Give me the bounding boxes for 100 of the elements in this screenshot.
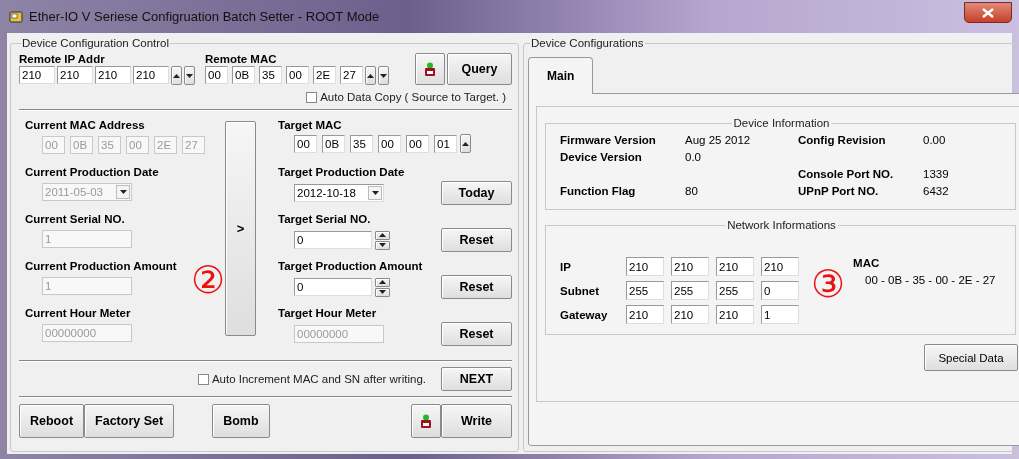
info-value: 6432 [923, 184, 950, 199]
info-value: 80 [685, 184, 699, 199]
info-label: UPnP Port NO. [798, 184, 880, 199]
input-field[interactable]: 210 [133, 66, 169, 84]
input-field[interactable]: 210 [57, 66, 93, 84]
info-label: Function Flag [560, 184, 637, 199]
field-label: Current Hour Meter [25, 307, 131, 319]
group-title: Device Configuration Control [21, 37, 171, 49]
field-label: Remote MAC [205, 53, 278, 65]
input-field[interactable]: 00 [406, 134, 429, 153]
input-field[interactable]: 00 [294, 134, 317, 153]
device-icon-button[interactable] [411, 404, 441, 438]
group-title: Device Information [732, 117, 831, 129]
info-value: Aug 25 2012 [685, 133, 752, 148]
input-field[interactable]: 1 [761, 305, 799, 324]
action-button[interactable]: Today [441, 181, 512, 205]
next-button[interactable]: NEXT [441, 367, 512, 391]
field-label: IP [560, 260, 572, 273]
input-field[interactable]: 210 [626, 305, 664, 324]
checkbox[interactable] [197, 373, 209, 385]
field-label: Target Hour Meter [278, 307, 377, 319]
input-field[interactable]: 210 [671, 305, 709, 324]
checkbox-label: Auto Increment MAC and SN after writing. [211, 373, 426, 385]
info-label: Device Version [560, 150, 643, 165]
up-arrow-icon [367, 73, 374, 78]
input-field[interactable]: 01 [434, 134, 457, 153]
input-field[interactable]: 2E [313, 66, 336, 84]
input-field[interactable]: 0 [761, 281, 799, 300]
field-label: Target MAC [278, 119, 342, 131]
annotation-number: ③ [811, 265, 846, 303]
input-field[interactable]: 35 [350, 134, 373, 153]
input-field[interactable]: 255 [671, 281, 709, 300]
input-field[interactable]: 210 [19, 66, 55, 84]
input-field[interactable]: 210 [716, 257, 754, 276]
input-field[interactable]: 255 [626, 281, 664, 300]
special-data-button[interactable]: Special Data [924, 344, 1018, 371]
spin-up-button[interactable] [375, 277, 390, 287]
input-field[interactable]: 210 [626, 257, 664, 276]
field-label: Target Production Date [278, 166, 405, 178]
info-value: 0.00 [923, 133, 947, 148]
spin-up-button[interactable] [365, 66, 376, 85]
up-arrow-icon [173, 73, 180, 78]
field-label: Current Production Amount [25, 260, 177, 272]
field-label: Target Serial NO. [278, 213, 371, 225]
field-label: Current Production Date [25, 166, 159, 178]
action-button[interactable]: Reset [441, 275, 512, 299]
spin-down-button[interactable] [184, 66, 195, 85]
spin-down-button[interactable] [378, 66, 389, 85]
app-icon [9, 9, 23, 24]
copy-button[interactable]: > [225, 121, 256, 336]
group-title: Device Configurations [530, 37, 645, 49]
input-field[interactable]: 00 [205, 66, 228, 84]
spin-down-button[interactable] [375, 240, 390, 250]
spin-up-button[interactable] [375, 230, 390, 240]
input-field[interactable]: 210 [716, 305, 754, 324]
action-button[interactable]: Bomb [212, 404, 270, 438]
device-icon [424, 61, 436, 77]
input-field[interactable]: 255 [716, 281, 754, 300]
write-button[interactable]: Write [441, 404, 512, 438]
down-arrow-icon [379, 243, 386, 247]
info-value: 1339 [923, 167, 950, 182]
spin-up-button[interactable] [171, 66, 182, 85]
checkbox-label: Auto Data Copy ( Source to Target. ) [320, 91, 506, 103]
input-field[interactable]: 210 [761, 257, 799, 276]
input-field[interactable]: 210 [95, 66, 131, 84]
info-label: Config Revision [798, 133, 887, 148]
mac-label: MAC [853, 257, 881, 269]
spin-down-button[interactable] [375, 287, 390, 297]
input-field[interactable]: 0B [232, 66, 255, 84]
device-icon [420, 413, 432, 429]
input-field[interactable]: 0 [294, 231, 372, 249]
down-arrow-icon [119, 190, 127, 194]
input-field[interactable]: 0B [322, 134, 345, 153]
checkbox[interactable] [306, 91, 318, 103]
input-field[interactable]: 35 [259, 66, 282, 84]
query-button[interactable]: Query [447, 53, 512, 85]
input-field[interactable]: 00 [378, 134, 401, 153]
field-label: Current MAC Address [25, 119, 145, 131]
action-button[interactable]: Factory Set [84, 404, 175, 438]
spin-button[interactable] [460, 134, 471, 153]
field-label: Current Serial NO. [25, 213, 125, 225]
info-label: Firmware Version [560, 133, 657, 148]
close-button[interactable] [964, 2, 1012, 23]
device-icon-button[interactable] [415, 53, 445, 85]
down-arrow-icon [371, 191, 379, 195]
input-field[interactable]: 210 [671, 257, 709, 276]
group-title: Network Informations [726, 219, 837, 231]
action-button[interactable]: Reboot [19, 404, 85, 438]
input-field[interactable]: 0 [294, 278, 372, 296]
up-arrow-icon [379, 280, 386, 284]
tab[interactable]: Main [528, 57, 594, 94]
info-value: 0.0 [685, 150, 702, 165]
input-field[interactable]: 27 [340, 66, 363, 84]
action-button[interactable]: Reset [441, 228, 512, 252]
input-field[interactable]: 00 [286, 66, 309, 84]
up-arrow-icon [462, 141, 469, 146]
field-label: Subnet [560, 284, 600, 297]
annotation-number: ② [191, 261, 226, 299]
down-arrow-icon [379, 290, 386, 294]
date-dropdown[interactable]: 2012-10-18 [294, 184, 384, 202]
